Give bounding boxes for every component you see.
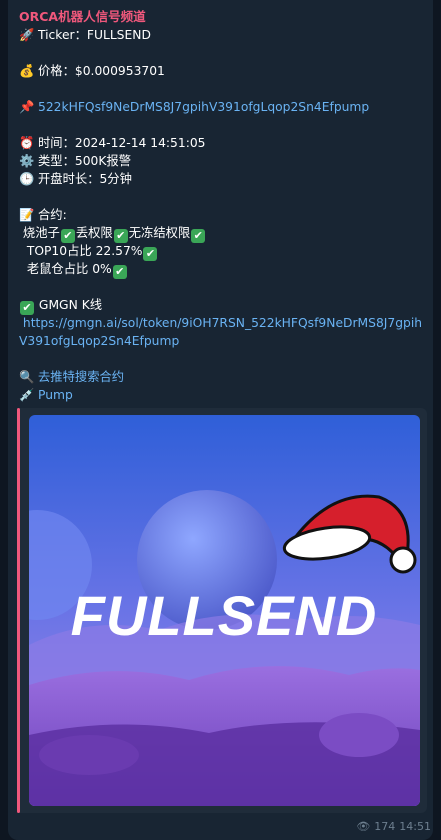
memo-icon: 📝 xyxy=(19,208,35,222)
type-line: ⚙️ 类型：500K报警 xyxy=(19,152,429,170)
gmgn-label: GMGN K线 xyxy=(38,298,103,312)
message-time: 14:51 xyxy=(399,820,431,833)
money-bag-icon: 💰 xyxy=(19,64,35,78)
open-duration-text: 开盘时长：5分钟 xyxy=(38,172,132,186)
contract-address-line: 📌 522kHFQsf9NeDrMS8J7gpihV391ofgLqop2Sn4E… xyxy=(19,98,429,116)
rocket-icon: 🚀 xyxy=(19,28,35,42)
ticker-line: 🚀 Ticker：FULLSEND xyxy=(19,26,429,44)
gmgn-url-link[interactable]: https://gmgn.ai/sol/token/9iOH7RSN_522kH… xyxy=(19,316,422,348)
twitter-search-link[interactable]: 去推特搜索合约 xyxy=(38,370,124,384)
no-freeze-label: 无冻结权限 xyxy=(128,226,191,240)
rat-label: 老鼠仓占比 0% xyxy=(26,262,112,276)
renounce-label: 丢权限 xyxy=(75,226,113,240)
top10-label: TOP10占比 22.57% xyxy=(26,244,143,258)
magnifier-icon: 🔍 xyxy=(19,370,35,384)
alarm-clock-icon: ⏰ xyxy=(19,136,35,150)
message-body: ORCA机器人信号频道 🚀 Ticker：FULLSEND 💰 价格：$0.0009… xyxy=(19,8,429,404)
fullsend-artwork: FULLSEND xyxy=(29,415,420,806)
clock-icon: 🕒 xyxy=(19,172,35,186)
pin-icon: 📌 xyxy=(19,100,35,114)
view-count: 174 xyxy=(374,820,396,833)
eye-icon: 👁 xyxy=(356,820,371,833)
check-icon: ✔ xyxy=(113,229,128,243)
pump-link[interactable]: Pump xyxy=(38,388,73,402)
contract-address-link[interactable]: 522kHFQsf9NeDrMS8J7gpihV391ofgLqop2Sn4Ef… xyxy=(38,100,369,114)
twitter-line: 🔍 去推特搜索合约 xyxy=(19,368,429,386)
check-icon: ✔ xyxy=(60,229,75,243)
ticker-text: Ticker：FULLSEND xyxy=(38,28,151,42)
price-line: 💰 价格：$0.000953701 xyxy=(19,62,429,80)
contract-checks-row: 烧池子 ✔ 丢权限 ✔ 无冻结权限 ✔ xyxy=(19,224,429,243)
check-icon: ✔ xyxy=(112,265,127,279)
contract-title-line: 📝 合约: xyxy=(19,206,429,224)
fullsend-logo-text: FULLSEND xyxy=(71,584,378,647)
contract-title: 合约: xyxy=(38,208,67,222)
gear-icon: ⚙️ xyxy=(19,154,35,168)
message-footer: 👁 174 14:51 xyxy=(352,820,431,833)
check-icon: ✔ xyxy=(191,229,206,243)
burn-pool-label: 烧池子 xyxy=(22,226,60,240)
rat-row: 老鼠仓占比 0% ✔ xyxy=(19,260,429,279)
type-text: 类型：500K报警 xyxy=(38,154,132,168)
time-text: 时间：2024-12-14 14:51:05 xyxy=(38,136,206,150)
syringe-icon: 💉 xyxy=(19,388,35,402)
price-text: 价格：$0.000953701 xyxy=(38,64,165,78)
time-line: ⏰ 时间：2024-12-14 14:51:05 xyxy=(19,134,429,152)
open-duration-line: 🕒 开盘时长：5分钟 xyxy=(19,170,429,188)
check-icon: ✔ xyxy=(143,247,158,261)
pump-line: 💉 Pump xyxy=(19,386,429,404)
top10-row: TOP10占比 22.57% ✔ xyxy=(19,242,429,261)
gmgn-line: ✔ GMGN K线 xyxy=(19,296,429,315)
gmgn-url-line: https://gmgn.ai/sol/token/9iOH7RSN_522kH… xyxy=(19,314,429,350)
preview-image[interactable]: FULLSEND xyxy=(29,415,420,806)
channel-name[interactable]: ORCA机器人信号频道 xyxy=(19,8,429,26)
check-icon: ✔ xyxy=(20,301,34,315)
